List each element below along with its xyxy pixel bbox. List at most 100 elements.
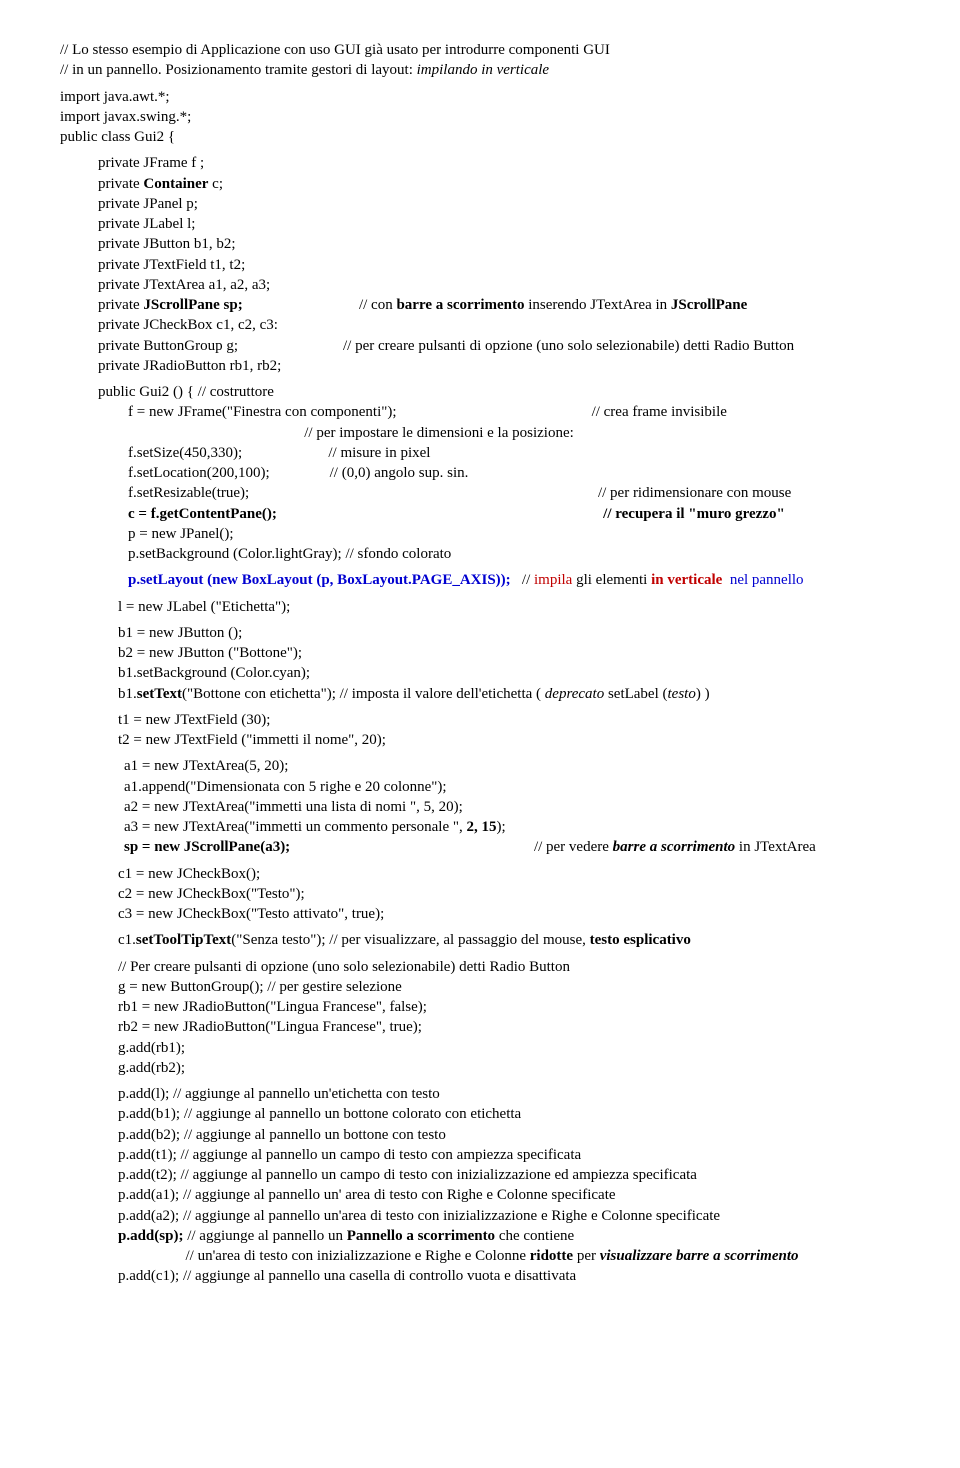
layout-line: p.setLayout (new BoxLayout (p, BoxLayout… (128, 570, 900, 590)
code-line: p.add(c1); // aggiunge al pannello una c… (118, 1266, 900, 1286)
t: ) ) (696, 686, 710, 702)
t: per (573, 1248, 600, 1264)
code-line: b1 = new JButton (); (118, 623, 900, 643)
t: c; (208, 176, 223, 192)
code-line: g.add(rb1); (118, 1038, 900, 1058)
code-line: p.add(a1); // aggiunge al pannello un' a… (118, 1185, 900, 1205)
code-line: f.setResizable(true); // per ridimension… (128, 483, 900, 503)
t: private (98, 297, 143, 313)
code-line: rb1 = new JRadioButton("Lingua Francese"… (118, 997, 900, 1017)
code-line: c3 = new JCheckBox("Testo attivato", tru… (118, 904, 900, 924)
code-line: // un'area di testo con inizializzazione… (118, 1246, 900, 1266)
code-line: // Per creare pulsanti di opzione (uno s… (118, 957, 900, 977)
code-line: f.setLocation(200,100); // (0,0) angolo … (128, 463, 900, 483)
t: // per vedere (290, 839, 612, 855)
t: // per creare pulsanti di opzione (uno s… (343, 338, 794, 354)
t: testo esplicativo (590, 932, 691, 948)
t: p.add(sp); (118, 1228, 183, 1244)
code-line: b1.setText("Bottone con etichetta"); // … (118, 684, 900, 704)
t: in verticale (651, 572, 722, 588)
code-line: p = new JPanel(); (128, 524, 900, 544)
t: ("Bottone con etichetta"); // imposta il… (182, 686, 545, 702)
t: ); (496, 819, 505, 835)
code-line: // per impostare le dimensioni e la posi… (128, 423, 900, 443)
t: // recupera il "muro grezzo" (277, 506, 785, 522)
t: impila (534, 572, 572, 588)
t: a3 = new JTextArea("immetti un commento … (124, 819, 466, 835)
t: c = f.getContentPane(); (128, 506, 277, 522)
code-line: import java.awt.*; (60, 87, 900, 107)
t: setLabel ( (608, 686, 668, 702)
t: ridotte (530, 1248, 573, 1264)
t: setToolTipText (136, 932, 231, 948)
t: // con (243, 297, 397, 313)
code-line: p.setBackground (Color.lightGray); // sf… (128, 544, 900, 564)
t: 2, 15 (466, 819, 496, 835)
code-line: a1.append("Dimensionata con 5 righe e 20… (124, 777, 900, 797)
t: sp = new JScrollPane(a3); (124, 839, 290, 855)
t: b1. (118, 686, 137, 702)
code-line: private JFrame f ; (98, 153, 900, 173)
t: Pannello a scorrimento (347, 1228, 495, 1244)
code-line: private JButton b1, b2; (98, 234, 900, 254)
t: ("Senza testo"); // per visualizzare, al… (231, 932, 589, 948)
t: // (511, 572, 534, 588)
t: barre a scorrimento (613, 839, 736, 855)
t: visualizzare barre a scorrimento (600, 1248, 799, 1264)
t: p.setLayout (new BoxLayout (p, BoxLayout… (128, 572, 511, 588)
code-line: private JPanel p; (98, 194, 900, 214)
t: // per ridimensionare con mouse (598, 485, 791, 501)
t: deprecato (545, 686, 608, 702)
t: che contiene (495, 1228, 574, 1244)
code-line: l = new JLabel ("Etichetta"); (118, 597, 900, 617)
code-line: private JTextArea a1, a2, a3; (98, 275, 900, 295)
text: // in un pannello. Posizionamento tramit… (60, 62, 417, 78)
t: Container (143, 176, 208, 192)
comment-line-1: // Lo stesso esempio di Applicazione con… (60, 40, 900, 60)
t: gli elementi (572, 572, 651, 588)
code-line: private JTextField t1, t2; (98, 255, 900, 275)
t: setText (137, 686, 182, 702)
code-line: p.add(b2); // aggiunge al pannello un bo… (118, 1125, 900, 1145)
t: // aggiunge al pannello un (183, 1228, 346, 1244)
code-line: public class Gui2 { (60, 127, 900, 147)
code-line: c = f.getContentPane(); // recupera il "… (128, 504, 900, 524)
code-line: g = new ButtonGroup(); // per gestire se… (118, 977, 900, 997)
code-line: private JScrollPane sp; // con barre a s… (98, 295, 900, 315)
code-line: p.add(b1); // aggiunge al pannello un bo… (118, 1104, 900, 1124)
t: in JTextArea (735, 839, 816, 855)
code-line: c1.setToolTipText("Senza testo"); // per… (118, 930, 900, 950)
code-line: p.add(t2); // aggiunge al pannello un ca… (118, 1165, 900, 1185)
code-line: public Gui2 () { // costruttore (98, 382, 900, 402)
code-line: p.add(t1); // aggiunge al pannello un ca… (118, 1145, 900, 1165)
code-line: private Container c; (98, 174, 900, 194)
t: // crea frame invisibile (592, 404, 727, 420)
comment-line-2: // in un pannello. Posizionamento tramit… (60, 60, 900, 80)
code-line: f = new JFrame("Finestra con componenti"… (128, 402, 900, 422)
code-line: c2 = new JCheckBox("Testo"); (118, 884, 900, 904)
code-line: p.add(sp); // aggiunge al pannello un Pa… (118, 1226, 900, 1246)
code-line: private JCheckBox c1, c2, c3: (98, 315, 900, 335)
code-line: private JRadioButton rb1, rb2; (98, 356, 900, 376)
code-line: p.add(a2); // aggiunge al pannello un'ar… (118, 1206, 900, 1226)
code-line: t2 = new JTextField ("immetti il nome", … (118, 730, 900, 750)
t: nel pannello (722, 572, 803, 588)
code-line: private ButtonGroup g; // per creare pul… (98, 336, 900, 356)
t: f.setResizable(true); (128, 485, 598, 501)
code-line: c1 = new JCheckBox(); (118, 864, 900, 884)
code-line: f.setSize(450,330); // misure in pixel (128, 443, 900, 463)
t: // un'area di testo con inizializzazione… (118, 1248, 530, 1264)
t: JScrollPane (671, 297, 747, 313)
t: c1. (118, 932, 136, 948)
t: JScrollPane sp; (143, 297, 242, 313)
t: private (98, 176, 143, 192)
t: private ButtonGroup g; (98, 338, 343, 354)
code-line: sp = new JScrollPane(a3); // per vedere … (124, 837, 900, 857)
code-line: import javax.swing.*; (60, 107, 900, 127)
code-line: a1 = new JTextArea(5, 20); (124, 756, 900, 776)
code-line: private JLabel l; (98, 214, 900, 234)
code-line: g.add(rb2); (118, 1058, 900, 1078)
code-line: b1.setBackground (Color.cyan); (118, 663, 900, 683)
italic-text: impilando in verticale (417, 62, 549, 78)
code-line: p.add(l); // aggiunge al pannello un'eti… (118, 1084, 900, 1104)
